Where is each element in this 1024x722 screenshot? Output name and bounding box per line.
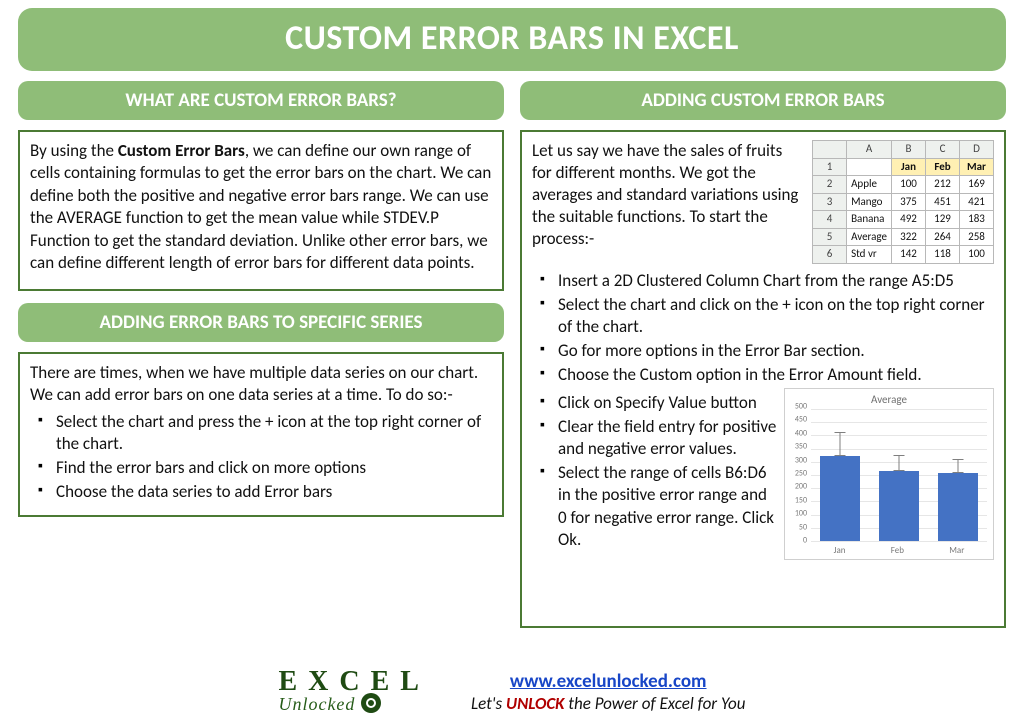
table-cell: 212 (926, 176, 960, 194)
what-text-before: By using the (30, 140, 118, 161)
table-cell: 183 (960, 211, 994, 229)
key-icon (361, 693, 381, 713)
list-item: Insert a 2D Clustered Column Chart from … (536, 270, 994, 292)
steps-lower-list: Click on Specify Value button Clear the … (532, 392, 778, 553)
list-item: Clear the field entry for positive and n… (536, 416, 778, 460)
table-cell: 258 (960, 228, 994, 246)
section-header-what: WHAT ARE CUSTOM ERROR BARS? (18, 81, 504, 120)
table-cell: Jan (892, 158, 926, 176)
table-col-head: D (960, 141, 994, 159)
list-item: Choose the data series to add Error bars (34, 481, 492, 503)
table-cell: 169 (960, 176, 994, 194)
list-item: Go for more options in the Error Bar sec… (536, 340, 994, 362)
table-row-num: 6 (813, 246, 847, 264)
panel-specific: There are times, when we have multiple d… (18, 352, 504, 517)
right-column: ADDING CUSTOM ERROR BARS Let us say we h… (520, 81, 1006, 640)
table-cell: 100 (892, 176, 926, 194)
chart-bars (811, 409, 987, 541)
section-header-adding: ADDING CUSTOM ERROR BARS (520, 81, 1006, 120)
table-row-num: 3 (813, 193, 847, 211)
table-cell: Average (847, 228, 892, 246)
table-cell: 492 (892, 211, 926, 229)
tagline-unlock: UNLOCK (506, 693, 564, 714)
adding-intro: Let us say we have the sales of fruits f… (532, 140, 804, 250)
steps-upper-list: Insert a 2D Clustered Column Chart from … (532, 270, 994, 386)
tagline: Let's UNLOCK the Power of Excel for You (471, 693, 746, 714)
list-item: Click on Specify Value button (536, 392, 778, 414)
site-link[interactable]: www.excelunlocked.com (510, 670, 707, 693)
section-header-specific: ADDING ERROR BARS TO SPECIFIC SERIES (18, 303, 504, 342)
content-columns: WHAT ARE CUSTOM ERROR BARS? By using the… (18, 81, 1006, 640)
chart-bar (879, 471, 919, 541)
specific-intro: There are times, when we have multiple d… (30, 362, 492, 407)
footer: E X C E L Unlocked www.excelunlocked.com… (0, 670, 1024, 714)
chart-y-labels: 050100150200250300350400450500 (787, 407, 809, 541)
panel-adding: Let us say we have the sales of fruits f… (520, 130, 1006, 628)
excel-unlocked-logo: E X C E L Unlocked (278, 671, 420, 713)
table-col-head: A (847, 141, 892, 159)
table-cell: Banana (847, 211, 892, 229)
table-cell: 264 (926, 228, 960, 246)
excel-data-table: A B C D 1 Jan Feb Mar 2 Apple (812, 140, 994, 264)
left-column: WHAT ARE CUSTOM ERROR BARS? By using the… (18, 81, 504, 640)
average-chart: Average 050100150200250300350400450500 J… (784, 388, 994, 560)
chart-bar (938, 473, 978, 541)
specific-bullet-list: Select the chart and press the + icon at… (30, 411, 492, 503)
table-row-num: 2 (813, 176, 847, 194)
chart-bar (820, 456, 860, 541)
list-item: Select the chart and press the + icon at… (34, 411, 492, 455)
table-cell: 142 (892, 246, 926, 264)
table-cell (847, 158, 892, 176)
logo-text-top: E X C (278, 666, 361, 697)
table-cell: 118 (926, 246, 960, 264)
table-corner (813, 141, 847, 159)
table-col-head: C (926, 141, 960, 159)
table-cell: Mango (847, 193, 892, 211)
table-cell: 421 (960, 193, 994, 211)
table-cell: 100 (960, 246, 994, 264)
table-cell: Apple (847, 176, 892, 194)
list-item: Find the error bars and click on more op… (34, 457, 492, 479)
table-cell: 322 (892, 228, 926, 246)
logo-text-bottom: Unlocked (278, 694, 355, 714)
table-cell: Std vr (847, 246, 892, 264)
chart-x-labels: JanFebMar (811, 545, 987, 557)
table-cell: Feb (926, 158, 960, 176)
list-item: Choose the Custom option in the Error Am… (536, 364, 994, 386)
table-cell: 129 (926, 211, 960, 229)
chart-title: Average (789, 393, 989, 408)
list-item: Select the range of cells B6:D6 in the p… (536, 462, 778, 550)
table-cell: Mar (960, 158, 994, 176)
page-title: CUSTOM ERROR BARS IN EXCEL (18, 8, 1006, 71)
table-cell: 451 (926, 193, 960, 211)
panel-what: By using the Custom Error Bars, we can d… (18, 130, 504, 291)
what-text-bold: Custom Error Bars (118, 140, 245, 161)
table-cell: 375 (892, 193, 926, 211)
table-col-head: B (892, 141, 926, 159)
list-item: Select the chart and click on the + icon… (536, 294, 994, 338)
table-row-num: 1 (813, 158, 847, 176)
table-row-num: 4 (813, 211, 847, 229)
table-row-num: 5 (813, 228, 847, 246)
